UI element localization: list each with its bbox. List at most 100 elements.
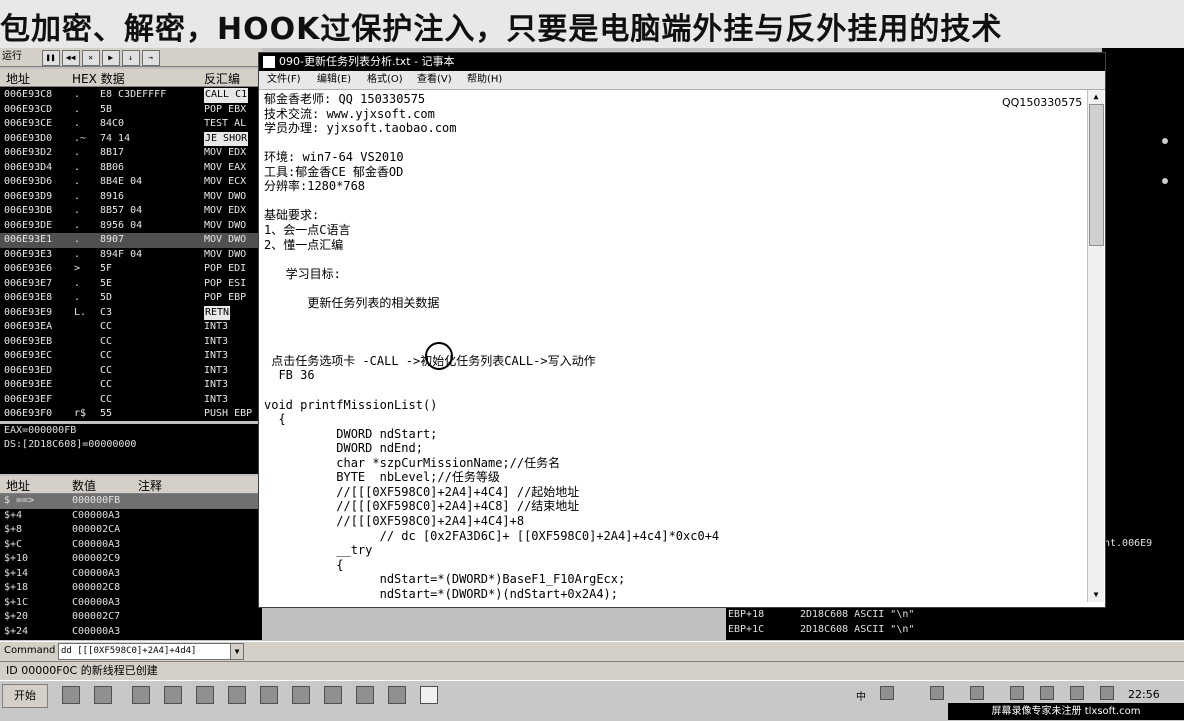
ime-indicator[interactable]: 中 — [856, 688, 866, 703]
stack-row[interactable]: $+10 000002C9 — [0, 552, 262, 567]
header-hex[interactable]: HEX 数据 — [72, 70, 125, 87]
stack-header-comment[interactable]: 注释 — [138, 477, 162, 494]
clock[interactable]: 22:56 — [1128, 688, 1160, 701]
disasm-addr: 006E93ED — [4, 364, 53, 376]
tray-icon[interactable] — [970, 686, 984, 700]
text-line: 环境: win7-64 VS2010 — [264, 150, 404, 165]
taskbar-app-icon[interactable] — [132, 686, 150, 704]
restart-icon[interactable]: ◀◀ — [61, 50, 80, 66]
disasm-row[interactable]: 006E93E7. 5E POP ESI — [0, 277, 262, 292]
taskbar-app-icon[interactable] — [94, 686, 112, 704]
stack-comment-pane[interactable]: EBP+18 2D18C608 ASCII "\n" EBP+1C 2D18C6… — [726, 603, 1102, 640]
chevron-down-icon[interactable]: ▼ — [230, 643, 244, 660]
stack-row[interactable]: $+18 000002C8 — [0, 581, 262, 596]
menu-file[interactable]: 文件(F) — [267, 71, 301, 89]
disasm-op: POP EBP — [204, 292, 247, 303]
text-line: 分辨率:1280*768 — [264, 179, 366, 194]
disasm-row[interactable]: 006E93D4. 8B06 MOV EAX — [0, 161, 262, 176]
disasm-row[interactable]: 006E93EA CC INT3 — [0, 320, 262, 335]
disasm-row[interactable]: 006E93E3. 894F 04 MOV DWO — [0, 248, 262, 263]
disasm-row[interactable]: 006E93C8. E8 C3DEFFFF CALL C1 — [0, 88, 262, 103]
menu-format[interactable]: 格式(O) — [367, 71, 403, 89]
start-button[interactable]: 开始 — [2, 684, 48, 708]
taskbar-app-icon[interactable] — [62, 686, 80, 704]
disasm-row[interactable]: 006E93EF CC INT3 — [0, 393, 262, 408]
stack-row[interactable]: $+20 000002C7 — [0, 610, 262, 625]
disasm-row[interactable]: 006E93CD. 5B POP EBX — [0, 103, 262, 118]
disasm-mark: . — [74, 234, 81, 245]
disasm-row[interactable]: 006E93DB. 8B57 04 MOV EDX — [0, 204, 262, 219]
disasm-addr: 006E93D6 — [4, 176, 53, 187]
notepad-window[interactable]: 090-更新任务列表分析.txt - 记事本 文件(F) 编辑(E) 格式(O)… — [258, 52, 1106, 608]
menu-help[interactable]: 帮助(H) — [467, 71, 502, 89]
disasm-row[interactable]: 006E93D2. 8B17 MOV EDX — [0, 146, 262, 161]
stack-row[interactable]: $+4 C00000A3 — [0, 509, 262, 524]
step-over-icon[interactable]: → — [141, 50, 160, 66]
scroll-thumb[interactable] — [1089, 104, 1104, 246]
tray-icon[interactable] — [1010, 686, 1024, 700]
close-icon[interactable]: ✕ — [81, 50, 100, 66]
scroll-up-icon[interactable]: ▲ — [1088, 90, 1104, 103]
pause-icon[interactable]: ❚❚ — [41, 50, 60, 66]
stack-value: C00000A3 — [72, 538, 121, 550]
register-info-pane[interactable]: EAX=000000FB DS:[2D18C608]=00000000 — [0, 424, 262, 474]
taskbar-notepad-icon[interactable] — [420, 686, 438, 704]
header-addr[interactable]: 地址 — [6, 70, 30, 87]
run-icon[interactable]: ▶ — [101, 50, 120, 66]
taskbar-app-icon[interactable] — [324, 686, 342, 704]
tray-icon[interactable] — [1100, 686, 1114, 700]
notepad-text-area[interactable]: 郁金香老师: QQ 150330575 技术交流: www.yjxsoft.com… — [259, 90, 1087, 602]
stack-row[interactable]: $+C C00000A3 — [0, 538, 262, 553]
notepad-titlebar[interactable]: 090-更新任务列表分析.txt - 记事本 — [259, 53, 1105, 71]
disasm-row[interactable]: 006E93CE. 84C0 TEST AL — [0, 117, 262, 132]
disasm-op: INT3 — [204, 379, 229, 390]
tray-icon[interactable] — [880, 686, 894, 700]
stack-pane[interactable]: $ ==> 000000FB $+4 C00000A3 $+8 000002CA $+C C0… — [0, 494, 262, 640]
disasm-row[interactable]: 006E93DE. 8956 04 MOV DWO — [0, 219, 262, 234]
text-line: BYTE nbLevel;//任务等级 — [264, 470, 500, 485]
disasm-row[interactable]: 006E93ED CC INT3 — [0, 364, 262, 379]
scroll-down-icon[interactable]: ▼ — [1088, 588, 1104, 601]
disasm-addr: 006E93CE — [4, 118, 53, 129]
command-input[interactable]: dd [[[0XF598C0]+2A4]+4d4] — [58, 643, 232, 660]
taskbar-app-icon[interactable] — [356, 686, 374, 704]
header-disasm[interactable]: 反汇编 — [204, 70, 240, 87]
disasm-row[interactable]: 006E93F0 r$ 55 PUSH EBP — [0, 407, 262, 421]
stack-header-value[interactable]: 数值 — [72, 477, 96, 494]
disasm-row[interactable]: 006E93E8. 5D POP EBP — [0, 291, 262, 306]
network-icon[interactable] — [1070, 686, 1084, 700]
disasm-row[interactable]: 006E93EE CC INT3 — [0, 378, 262, 393]
taskbar-app-icon[interactable] — [228, 686, 246, 704]
menu-view[interactable]: 查看(V) — [417, 71, 452, 89]
disasm-row[interactable]: 006E93EB CC INT3 — [0, 335, 262, 350]
disasm-row[interactable]: 006E93D0 .~ 74 14 JE SHOR — [0, 131, 262, 146]
stack-addr: $+C — [4, 538, 23, 550]
taskbar-app-icon[interactable] — [164, 686, 182, 704]
disasm-pane[interactable]: 006E93C8. E8 C3DEFFFF CALL C1 006E93CD. 5B PO… — [0, 87, 262, 421]
step-into-icon[interactable]: ↓ — [121, 50, 140, 66]
stack-row[interactable]: $ ==> 000000FB — [0, 494, 262, 509]
disasm-row[interactable]: 006E93E6 >5F POP EDI — [0, 262, 262, 277]
disasm-row[interactable]: 006E93D6. 8B4E 04 MOV ECX — [0, 175, 262, 190]
taskbar-app-icon[interactable] — [388, 686, 406, 704]
disasm-row[interactable]: 006E93EC CC INT3 — [0, 349, 262, 364]
disasm-row[interactable]: 006E93D9. 8916 MOV DWO — [0, 190, 262, 205]
taskbar-app-icon[interactable] — [196, 686, 214, 704]
text-line: 基础要求: — [264, 208, 320, 223]
od-register-pane[interactable]: nt.006E9 — [1102, 48, 1184, 640]
disasm-row[interactable]: 006E93E1. 8907 MOV DWO — [0, 233, 262, 248]
notepad-scrollbar[interactable]: ▲ ▼ — [1087, 90, 1104, 602]
disasm-row[interactable]: 006E93E9 L. C3 RETN — [0, 305, 262, 320]
stack-header-addr[interactable]: 地址 — [6, 477, 30, 494]
volume-icon[interactable] — [1040, 686, 1054, 700]
taskbar-app-icon[interactable] — [292, 686, 310, 704]
stack-row[interactable]: $+8 000002CA — [0, 523, 262, 538]
stack-row[interactable]: $+24 C00000A3 — [0, 625, 262, 640]
taskbar-app-icon[interactable] — [260, 686, 278, 704]
stack-row[interactable]: $+14 C00000A3 — [0, 567, 262, 582]
disasm-mark: . — [74, 205, 81, 216]
text-line: 2、懂一点汇编 — [264, 237, 344, 252]
menu-edit[interactable]: 编辑(E) — [317, 71, 351, 89]
stack-row[interactable]: $+1C C00000A3 — [0, 596, 262, 611]
tray-icon[interactable] — [930, 686, 944, 700]
